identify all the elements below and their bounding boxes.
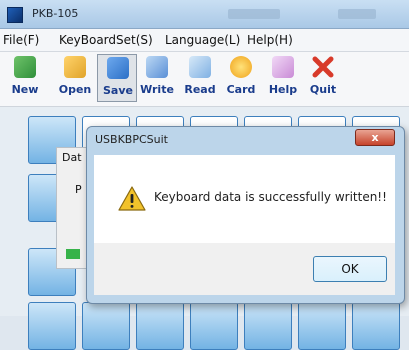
card-button[interactable]: Card (221, 54, 261, 102)
key-button[interactable] (352, 302, 400, 350)
warning-icon (118, 186, 146, 216)
menu-file[interactable]: File(F) (3, 33, 39, 47)
key-button[interactable] (244, 302, 292, 350)
open-button[interactable]: Open (55, 54, 95, 102)
save-button[interactable]: Save (97, 54, 137, 102)
quit-icon (312, 56, 334, 78)
toolbar: New Open Save Write Read Card Help Quit (0, 52, 409, 107)
help-button[interactable]: Help (263, 54, 303, 102)
message-dialog: USBKBPCSuit x Keyboard data is successfu… (86, 126, 405, 304)
menu-help[interactable]: Help(H) (247, 33, 293, 47)
read-label: Read (184, 83, 216, 96)
quit-label: Quit (309, 83, 337, 96)
save-label: Save (103, 84, 133, 97)
dialog-message: Keyboard data is successfully written!! (154, 190, 387, 204)
read-icon (189, 56, 211, 78)
open-label: Open (58, 83, 92, 96)
new-label: New (11, 83, 39, 96)
help-label: Help (268, 83, 298, 96)
card-icon (230, 56, 252, 78)
progress-panel-text: P (75, 183, 82, 196)
write-label: Write (140, 83, 174, 96)
menu-bar: File(F) KeyBoardSet(S) Language(L) Help(… (0, 29, 409, 52)
menu-language[interactable]: Language(L) (165, 33, 240, 47)
title-bar: PKB-105 (0, 0, 409, 29)
dialog-close-button[interactable]: x (355, 129, 395, 146)
app-icon (7, 7, 23, 23)
new-icon (14, 56, 36, 78)
menu-keyboardset[interactable]: KeyBoardSet(S) (59, 33, 153, 47)
help-icon (272, 56, 294, 78)
read-button[interactable]: Read (180, 54, 220, 102)
quit-button[interactable]: Quit (303, 54, 343, 102)
open-folder-icon (64, 56, 86, 78)
save-icon (107, 57, 129, 79)
key-button[interactable] (28, 302, 76, 350)
new-button[interactable]: New (5, 54, 45, 102)
key-button[interactable] (190, 302, 238, 350)
progress-panel-title: Dat (62, 151, 82, 164)
write-button[interactable]: Write (137, 54, 177, 102)
key-button[interactable] (136, 302, 184, 350)
progress-bar (66, 249, 80, 259)
card-label: Card (226, 83, 256, 96)
title-bar-blur (228, 9, 280, 19)
window-title: PKB-105 (32, 7, 79, 20)
key-button[interactable] (82, 302, 130, 350)
key-button[interactable] (298, 302, 346, 350)
ok-button[interactable]: OK (313, 256, 387, 282)
dialog-title: USBKBPCSuit (95, 133, 168, 146)
write-icon (146, 56, 168, 78)
title-bar-blur (338, 9, 376, 19)
